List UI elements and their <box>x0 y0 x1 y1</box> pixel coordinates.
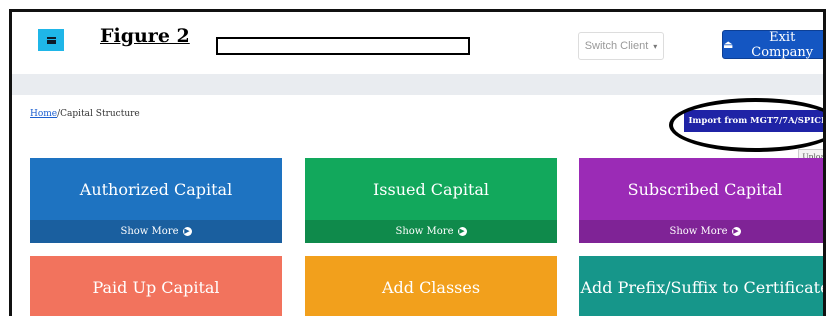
exit-company-label: Exit Company <box>751 29 814 60</box>
card-title: Issued Capital <box>305 158 557 220</box>
card-title: Authorized Capital <box>30 158 282 220</box>
import-button[interactable]: Import from MGT7/7A/SPICE <box>684 110 823 132</box>
top-bar: Figure 2 Switch Client ▾ ⏏ Exit Company <box>12 12 823 74</box>
add-classes-card[interactable]: Add Classes <box>305 256 557 316</box>
authorized-capital-card[interactable]: Authorized Capital Show More ▶ <box>30 158 282 243</box>
blank-box <box>216 37 470 55</box>
issued-capital-card[interactable]: Issued Capital Show More ▶ <box>305 158 557 243</box>
arrow-circle-right-icon: ▶ <box>457 227 467 236</box>
show-more-link[interactable]: Show More ▶ <box>579 220 823 243</box>
show-more-label: Show More <box>669 226 728 237</box>
breadcrumb: Home/Capital Structure <box>30 109 140 119</box>
paid-up-capital-card[interactable]: Paid Up Capital <box>30 256 282 316</box>
show-more-label: Show More <box>120 226 179 237</box>
card-title: Add Classes <box>305 256 557 316</box>
header-band <box>12 74 823 95</box>
show-more-link[interactable]: Show More ▶ <box>30 220 282 243</box>
show-more-link[interactable]: Show More ▶ <box>305 220 557 243</box>
arrow-circle-right-icon: ▶ <box>731 227 741 236</box>
breadcrumb-home-link[interactable]: Home <box>30 109 57 119</box>
switch-client-label: Switch Client <box>584 40 649 52</box>
card-title: Paid Up Capital <box>30 256 282 316</box>
screenshot-frame: Figure 2 Switch Client ▾ ⏏ Exit Company … <box>9 9 826 316</box>
arrow-circle-right-icon: ▶ <box>182 227 192 236</box>
switch-client-dropdown[interactable]: Switch Client ▾ <box>578 32 664 60</box>
card-title: Subscribed Capital <box>579 158 823 220</box>
figure-label: Figure 2 <box>100 25 190 47</box>
breadcrumb-current: /Capital Structure <box>57 109 140 119</box>
subscribed-capital-card[interactable]: Subscribed Capital Show More ▶ <box>579 158 823 243</box>
caret-down-icon: ▾ <box>653 41 658 51</box>
add-prefix-suffix-card[interactable]: Add Prefix/Suffix to Certificate <box>579 256 823 316</box>
hamburger-icon <box>46 36 56 44</box>
card-title: Add Prefix/Suffix to Certificate <box>579 256 823 316</box>
sign-out-icon: ⏏ <box>723 38 734 51</box>
menu-toggle-button[interactable] <box>38 29 64 51</box>
show-more-label: Show More <box>395 226 454 237</box>
exit-company-button[interactable]: ⏏ Exit Company <box>722 29 823 60</box>
